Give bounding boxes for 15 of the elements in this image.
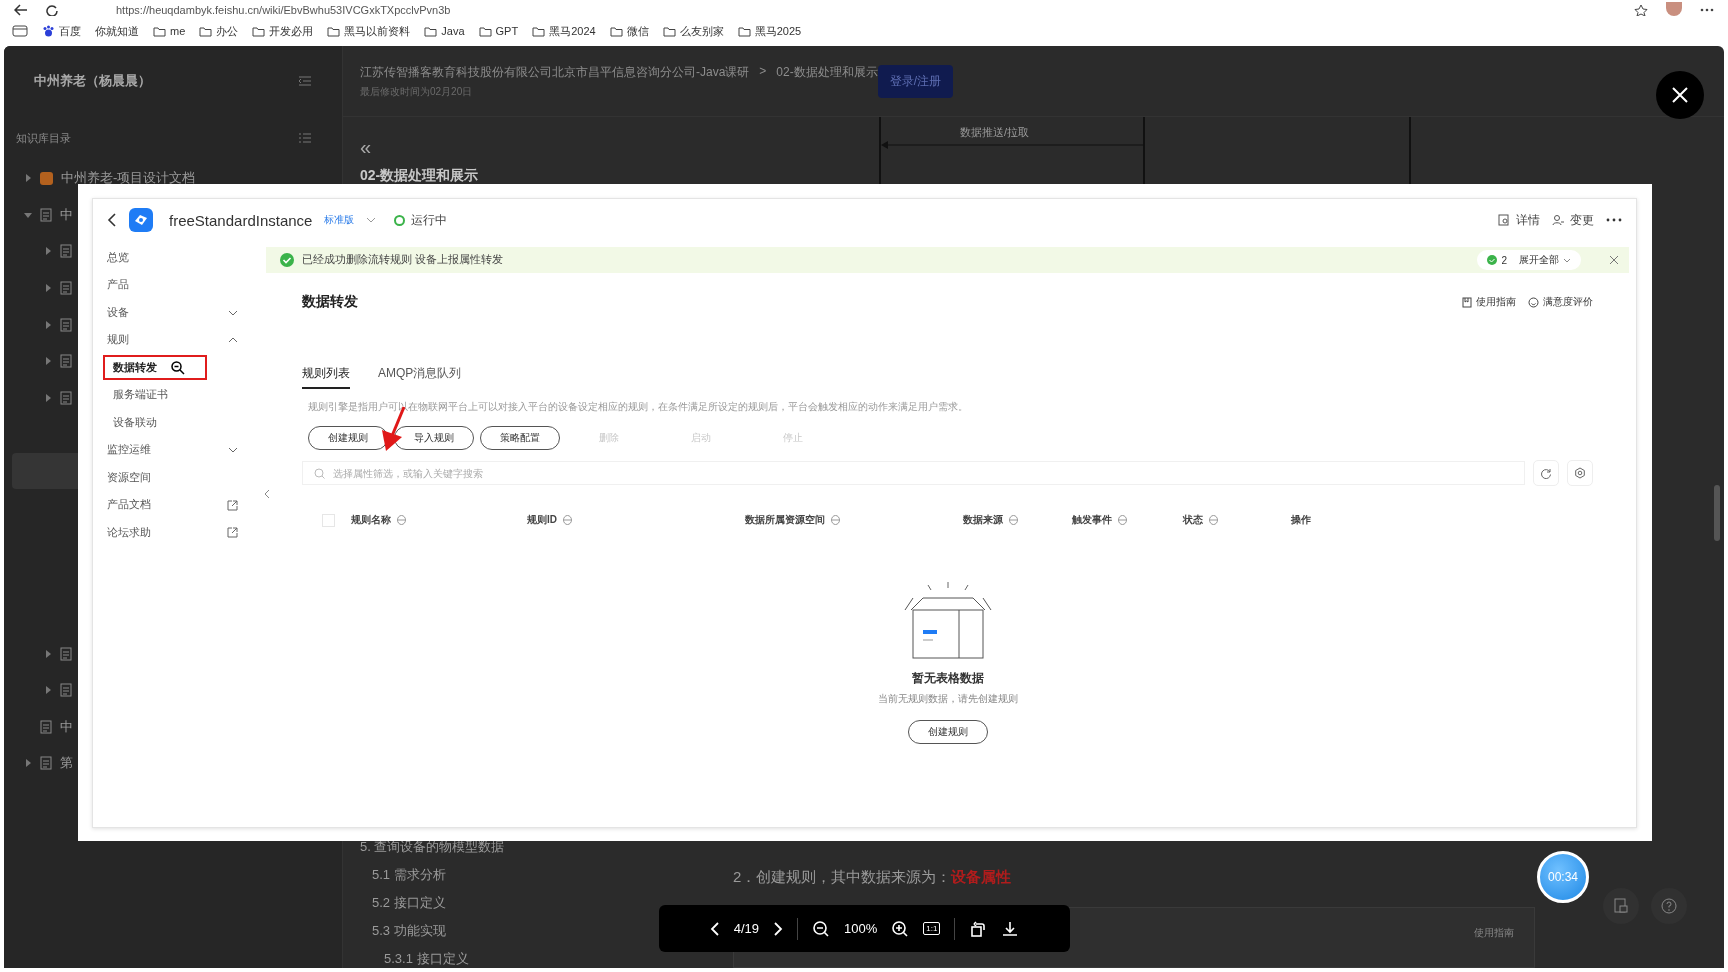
edition-tag: 标准版 — [324, 213, 355, 227]
zoom-level: 100% — [843, 921, 878, 936]
diagram-label: 数据推送/拉取 — [958, 125, 1032, 140]
toc-label: 知识库目录 — [16, 130, 71, 146]
empty-title: 暂无表格数据 — [911, 670, 984, 687]
page-title: 数据转发 — [302, 293, 358, 311]
breadcrumb-separator: > — [759, 63, 767, 80]
instance-name: freeStandardInstance — [169, 211, 313, 229]
page-counter: 4/19 — [733, 921, 759, 936]
space-title: 中州养老（杨晨晨） — [34, 72, 151, 90]
empty-hint: 当前无规则数据，请先创建规则 — [877, 693, 1018, 706]
alert-message: 已经成功删除流转规则 设备上报属性转发 — [302, 253, 503, 267]
status-text: 运行中 — [411, 211, 448, 229]
doc-title: 02-数据处理和展示 — [360, 167, 480, 185]
step-text: 2．创建规则，其中数据来源为：设备属性 — [733, 868, 1012, 887]
